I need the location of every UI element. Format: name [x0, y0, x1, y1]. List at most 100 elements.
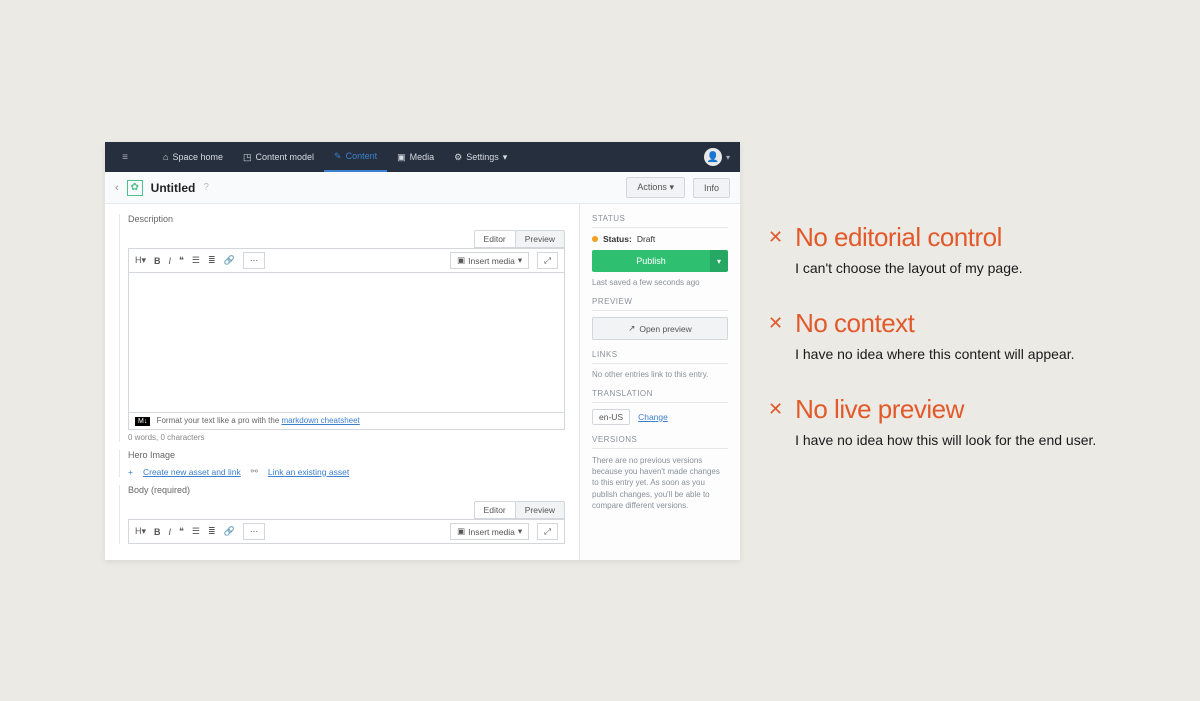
versions-section: VERSIONS There are no previous versions … [592, 435, 728, 511]
nav-space-home[interactable]: ⌂ Space home [153, 142, 233, 172]
title-bar: ‹ ✿ Untitled ? Actions ▾ Info [105, 172, 740, 204]
create-asset-link[interactable]: Create new asset and link [143, 467, 241, 477]
description-textarea[interactable] [128, 273, 565, 413]
side-panel: STATUS Status: Draft Publish ▾ Last save… [580, 204, 740, 560]
annotation-desc: I can't choose the layout of my page. [795, 259, 1023, 278]
bold-button[interactable]: B [154, 256, 161, 266]
tab-editor[interactable]: Editor [474, 501, 516, 519]
section-title: PREVIEW [592, 297, 728, 306]
nav-content-model[interactable]: ◳ Content model [233, 142, 324, 172]
insert-media-label: Insert media [468, 527, 515, 537]
chevron-down-icon: ▾ [669, 182, 674, 192]
translation-section: TRANSLATION en-US Change [592, 389, 728, 425]
content-columns: Description Editor Preview H▾ B I ❝ ☰ ≣ … [105, 204, 740, 560]
image-icon: ▣ [457, 526, 465, 537]
annotation-title: No editorial control [795, 222, 1023, 253]
annotations: ✕ No editorial control I can't choose th… [768, 222, 1128, 450]
insert-media-button[interactable]: ▣ Insert media ▾ [450, 252, 529, 269]
editor-tabs: Editor Preview [128, 501, 565, 519]
edit-icon: ✎ [334, 151, 342, 162]
nav-content[interactable]: ✎ Content [324, 142, 387, 172]
bold-button[interactable]: B [154, 527, 161, 537]
hamburger-icon[interactable]: ≡ [115, 152, 135, 163]
hint-text: Format your text like a pro with the [157, 416, 282, 425]
image-icon: ▣ [457, 255, 465, 266]
publish-button[interactable]: Publish [592, 250, 710, 272]
annotation: ✕ No live preview I have no idea how thi… [768, 394, 1128, 450]
top-nav: ≡ ⌂ Space home ◳ Content model ✎ Content… [105, 142, 740, 172]
editor-tabs: Editor Preview [128, 230, 565, 248]
ul-button[interactable]: ☰ [192, 255, 200, 266]
heading-button[interactable]: H▾ [135, 255, 146, 266]
home-icon: ⌂ [163, 152, 168, 162]
markdown-cheatsheet-link[interactable]: markdown cheatsheet [282, 416, 360, 425]
status-dot-icon [592, 236, 598, 242]
cms-window: ≡ ⌂ Space home ◳ Content model ✎ Content… [105, 142, 740, 560]
more-button[interactable]: ⋯ [243, 523, 266, 540]
ol-button[interactable]: ≣ [208, 526, 216, 537]
nav-label: Space home [172, 152, 223, 162]
actions-button[interactable]: Actions ▾ [626, 177, 685, 198]
cube-icon: ◳ [243, 152, 252, 163]
x-icon: ✕ [768, 228, 783, 284]
help-icon[interactable]: ? [203, 182, 209, 193]
tab-preview[interactable]: Preview [515, 501, 565, 519]
ul-button[interactable]: ☰ [192, 526, 200, 537]
field-label: Hero Image [128, 450, 565, 460]
nav-label: Content [346, 151, 378, 161]
link-asset-link[interactable]: Link an existing asset [268, 467, 349, 477]
avatar-chevron-icon[interactable]: ▾ [726, 153, 730, 162]
nav-label: Content model [256, 152, 315, 162]
preview-section: PREVIEW ↗ Open preview [592, 297, 728, 340]
link-button[interactable]: 🔗 [224, 255, 235, 266]
locale-badge: en-US [592, 409, 630, 425]
more-button[interactable]: ⋯ [243, 252, 266, 269]
field-label: Description [128, 214, 565, 224]
main-column: Description Editor Preview H▾ B I ❝ ☰ ≣ … [105, 204, 580, 560]
nav-media[interactable]: ▣ Media [387, 142, 444, 172]
info-button[interactable]: Info [693, 178, 730, 198]
expand-button[interactable]: ⤢ [537, 523, 558, 540]
annotation: ✕ No editorial control I can't choose th… [768, 222, 1128, 278]
chevron-down-icon: ▾ [518, 255, 522, 266]
field-hero-image: Hero Image + Create new asset and link ⚯… [119, 450, 565, 477]
italic-button[interactable]: I [169, 256, 172, 266]
field-description: Description Editor Preview H▾ B I ❝ ☰ ≣ … [119, 214, 565, 442]
content-type-icon: ✿ [127, 180, 143, 196]
x-icon: ✕ [768, 314, 783, 370]
status-label: Status: [603, 234, 632, 244]
tab-preview[interactable]: Preview [515, 230, 565, 248]
plus-icon: + [128, 467, 133, 477]
external-icon: ↗ [628, 323, 635, 334]
link-button[interactable]: 🔗 [224, 526, 235, 537]
expand-button[interactable]: ⤢ [537, 252, 558, 269]
quote-button[interactable]: ❝ [179, 255, 184, 266]
editor-toolbar: H▾ B I ❝ ☰ ≣ 🔗 ⋯ ▣ Insert media ▾ ⤢ [128, 248, 565, 273]
change-locale-link[interactable]: Change [638, 412, 668, 422]
publish-chevron[interactable]: ▾ [710, 250, 728, 272]
locale-row: en-US Change [592, 409, 728, 425]
quote-button[interactable]: ❝ [179, 526, 184, 537]
chain-icon: ⚯ [251, 466, 258, 477]
section-title: VERSIONS [592, 435, 728, 444]
actions-label: Actions [637, 182, 667, 192]
back-button[interactable]: ‹ [115, 182, 119, 194]
ol-button[interactable]: ≣ [208, 255, 216, 266]
field-label: Body (required) [128, 485, 565, 495]
annotation-title: No live preview [795, 394, 1096, 425]
open-preview-label: Open preview [639, 324, 691, 334]
tab-editor[interactable]: Editor [474, 230, 516, 248]
section-title: LINKS [592, 350, 728, 359]
hero-links: + Create new asset and link ⚯ Link an ex… [128, 466, 565, 477]
avatar[interactable]: 👤 [704, 148, 722, 166]
insert-media-button[interactable]: ▣ Insert media ▾ [450, 523, 529, 540]
annotation-title: No context [795, 308, 1074, 339]
italic-button[interactable]: I [169, 527, 172, 537]
editor-toolbar: H▾ B I ❝ ☰ ≣ 🔗 ⋯ ▣ Insert media ▾ ⤢ [128, 519, 565, 544]
chevron-down-icon: ▾ [518, 526, 522, 537]
chevron-down-icon: ▾ [503, 152, 508, 163]
nav-settings[interactable]: ⚙ Settings ▾ [444, 142, 517, 172]
nav-label: Media [410, 152, 435, 162]
open-preview-button[interactable]: ↗ Open preview [592, 317, 728, 340]
heading-button[interactable]: H▾ [135, 526, 146, 537]
